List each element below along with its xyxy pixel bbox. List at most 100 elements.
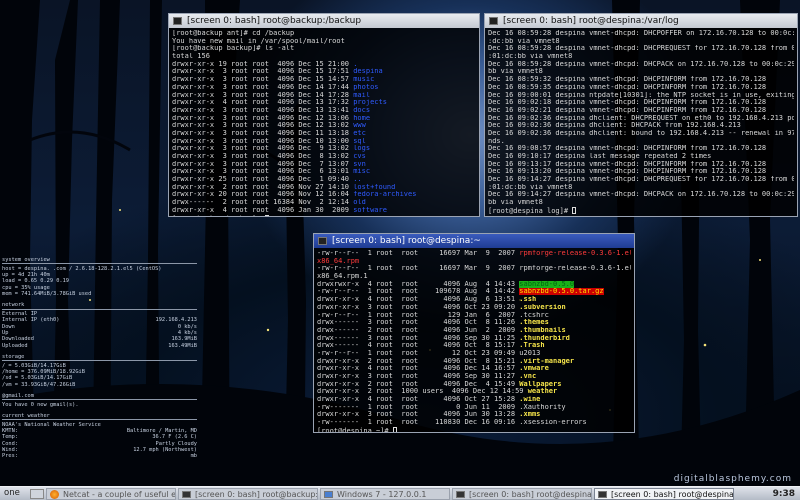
terminal-text: music <box>353 76 375 84</box>
terminal-text: Dec 16 08:59:32 despina vmnet-dhcpd: DHC… <box>488 76 767 84</box>
terminal-line: Dec 16 09:02:21 despina vmnet-dhcpd: DHC… <box>488 107 794 115</box>
terminal-text: [root@backup backup]# ls -alt <box>172 45 295 53</box>
terminal-text: drwxr-xr-x 3 root root 4096 Dec 12 13:06 <box>172 114 354 122</box>
terminal-text: :dc:bb via vmnet8 <box>488 37 560 45</box>
terminal-text: .thumbnails <box>519 326 566 334</box>
terminal-window-home[interactable]: [screen 0: bash] root@despina:~ -rw-r--r… <box>313 233 635 433</box>
terminal-window-log[interactable]: [screen 0: bash] root@despina:/var/log D… <box>484 13 798 217</box>
firefox-icon <box>50 489 59 499</box>
system-overview-list: host = despina. .com / 2.6.18-128.2.1.el… <box>2 266 197 297</box>
terminal-text: bb via vmnet8 <box>488 199 543 207</box>
terminal-line: -rw-r--r-- 1 root root 16697 Mar 9 2007 … <box>317 265 631 273</box>
terminal-text: Dec 16 09:08:57 despina vmnet-dhcpd: DHC… <box>488 145 767 153</box>
taskbar-button[interactable]: Windows 7 - 127.0.0.1 <box>320 487 450 500</box>
terminal-text: drwxr-xr-x 3 root root 4096 Dec 9 13:02 <box>172 145 354 153</box>
terminal-line: bb via vmnet8 <box>488 199 794 207</box>
network-list: External IP Internal IP (eth0) 192.168.4.2… <box>2 311 197 349</box>
terminal-line: [root@backup backup]# ls -alt <box>172 45 476 53</box>
terminal-text: misc <box>353 168 371 176</box>
terminal-text: .. <box>353 176 362 184</box>
terminal-line: Dec 16 08:59:28 despina vmnet-dhcpd: DHC… <box>488 45 794 53</box>
virtualbox-icon <box>324 490 333 498</box>
terminal-text: Dec 16 09:13:20 despina vmnet-dhcpd: DHC… <box>488 168 767 176</box>
terminal-output-backup[interactable]: [root@backup ant]# cd /backup You have ne… <box>169 28 479 216</box>
terminal-text: .wine <box>519 396 541 404</box>
terminal-line: -rw------- 1 root root 110830 Dec 16 09:… <box>317 419 631 427</box>
terminal-output-home[interactable]: -rw-r--r-- 1 root root 16697 Mar 9 2007 … <box>314 248 634 432</box>
terminal-line: x86_64.rpm.1 <box>317 273 631 281</box>
conky-row: Uploaded 163.49MiB <box>2 343 197 349</box>
wallpaper-watermark: digitalblasphemy.com <box>673 474 792 484</box>
workspace-switcher[interactable] <box>30 488 44 499</box>
terminal-text: .subversion <box>519 303 566 311</box>
clock[interactable]: 9:38 <box>773 489 800 499</box>
taskbar-button[interactable]: [screen 0: bash] root@backup:/bac <box>178 487 318 500</box>
terminal-text: home <box>353 114 371 122</box>
terminal-text: .themes <box>519 319 549 327</box>
terminal-text: Dec 16 09:02:36 despina dhclient: DHCPRE… <box>488 114 794 122</box>
terminal-line: drwxr-xr-x 3 root root 4096 Dec 14 17:44… <box>172 84 476 92</box>
terminal-text: drwxr-xr-x 20 root root 4096 Nov 12 16:0… <box>172 191 354 199</box>
titlebar-log[interactable]: [screen 0: bash] root@despina:/var/log <box>485 14 797 28</box>
terminal-icon <box>489 17 498 25</box>
conky-row: Pres: mb <box>2 453 197 459</box>
terminal-text: -rw-r--r-- 1 root root 129 Jan 6 2007 .t… <box>317 311 549 319</box>
terminal-text: .Trash <box>519 342 545 350</box>
terminal-line: You have new mail in /var/spool/mail/roo… <box>172 38 476 46</box>
terminal-text: Dec 16 09:02:21 despina vmnet-dhcpd: DHC… <box>488 106 767 114</box>
taskbar-button-label: Netcat - a couple of useful exa <box>63 489 176 499</box>
terminal-text: Dec 16 09:13:17 despina vmnet-dhcpd: DHC… <box>488 160 767 168</box>
terminal-window-backup[interactable]: [screen 0: bash] root@backup:/backup [ro… <box>168 13 480 217</box>
terminal-text: drwxr-xr-x 4 root root 4096 Dec 13 17:32 <box>172 99 354 107</box>
terminal-line: [root@despina ~]# <box>317 426 631 432</box>
terminal-text: drwxr-xr-x 3 root root 4096 Jun 30 13:28 <box>317 411 520 419</box>
terminal-text: -rw-r--r-- 1 root root 16697 Mar 9 2007 … <box>317 265 631 273</box>
terminal-line: drwxr-xr-x 2 root 1000 users 4096 Dec 12… <box>317 388 631 396</box>
terminal-text: drwxr-xr-x 4 root root 4096 Dec 14 16:57 <box>317 365 520 373</box>
terminal-text: despina <box>353 68 383 76</box>
terminal-text: -rw-r--r-- 1 root root 109678 Aug 4 14:4… <box>317 288 520 296</box>
workspace-label[interactable]: one <box>0 487 30 500</box>
terminal-line: Dec 16 09:02:36 despina dhclient: DHCPRE… <box>488 115 794 123</box>
terminal-text: Dec 16 09:10:17 despina last message rep… <box>488 153 712 160</box>
taskbar-button[interactable]: Netcat - a couple of useful exa <box>46 487 176 500</box>
terminal-line: drwxr-xr-x 3 root root 4096 Dec 12 13:02… <box>172 122 476 130</box>
terminal-line: -rw-r--r-- 1 root root 16697 Mar 9 2007 … <box>317 250 631 258</box>
terminal-line: drwxr-xr-x 3 root root 4096 Dec 8 13:02 … <box>172 153 476 161</box>
taskbar-button-label: Windows 7 - 127.0.0.1 <box>337 489 427 499</box>
conky-row: /vm = 33.93GiB/47.26GiB <box>2 382 197 388</box>
window-title: [screen 0: bash] root@backup:/backup <box>187 16 362 26</box>
terminal-text: drwxr-xr-x 3 root root 4096 Dec 13 13:41 <box>172 106 354 114</box>
terminal-line: Dec 16 09:00:01 despina ntpdate[10301]: … <box>488 92 794 100</box>
terminal-line: drwx------ 2 root root 16384 Nov 2 12:14… <box>172 199 476 207</box>
terminal-text: .thunderbird <box>519 334 570 342</box>
divider <box>2 399 197 401</box>
terminal-text: sabnzbd-0.5.0.tar.gz <box>519 288 604 296</box>
terminal-text: drwxr-xr-x 3 root root 4096 Dec 15 17:51 <box>172 68 354 76</box>
taskbar-button[interactable]: [screen 0: bash] root@despina:/var/ <box>452 487 592 500</box>
terminal-output-log[interactable]: Dec 16 08:59:28 despina vmnet-dhcpd: DHC… <box>485 28 797 216</box>
terminal-text: Dec 16 08:59:35 despina vmnet-dhcpd: DHC… <box>488 83 767 91</box>
titlebar-backup[interactable]: [screen 0: bash] root@backup:/backup <box>169 14 479 28</box>
terminal-text: drwxr-xr-x 3 root root 4096 Dec 7 13:07 <box>172 160 354 168</box>
terminal-line: drwxrwxr-x 4 root root 4096 Aug 4 14:43 … <box>317 280 631 289</box>
terminal-text: drwxr-xr-x 3 root root 4096 Sep 30 11:27 <box>317 373 520 380</box>
terminal-text: drwxr-xr-x 2 root root 4096 Dec 4 15:49 <box>317 380 520 388</box>
terminal-line: Dec 16 09:02:18 despina vmnet-dhcpd: DHC… <box>488 99 794 107</box>
terminal-text: drwxr-xr-x 2 root 1000 users 4096 Dec 12… <box>317 388 528 396</box>
terminal-text: x86_64.rpm.1 <box>317 273 368 281</box>
terminal-line: drwxr-xr-x 3 root root 4096 Dec 13 13:41… <box>172 107 476 115</box>
terminal-text: drwx------ 3 root root 4096 Oct 8 11:26 <box>317 319 520 327</box>
taskbar-button-label: [screen 0: bash] root@despina:/var/ <box>469 489 592 499</box>
terminal-text: etc <box>353 129 366 137</box>
terminal-line: -rw-r--r-- 1 root root 12 Oct 23 09:49 u… <box>317 350 631 358</box>
terminal-text: .ssh <box>519 296 537 304</box>
titlebar-home[interactable]: [screen 0: bash] root@despina:~ <box>314 234 634 248</box>
taskbar: one Netcat - a couple of useful exa [scre… <box>0 486 800 500</box>
terminal-text: drwxr-xr-x 4 root root 4096 Oct 27 15:28 <box>317 396 520 404</box>
terminal-line: drwxr-xr-x 4 root root 4096 Oct 27 15:28… <box>317 396 631 404</box>
terminal-line: [root@backup backup]# <box>172 214 476 216</box>
terminal-line: -rw------- 1 root root 0 Jun 11 2009 .Xa… <box>317 404 631 412</box>
terminal-line: drwx------ 2 root root 4096 Jun 2 2009 .… <box>317 327 631 335</box>
taskbar-button[interactable]: [screen 0: bash] root@despina:~ <box>594 487 734 500</box>
